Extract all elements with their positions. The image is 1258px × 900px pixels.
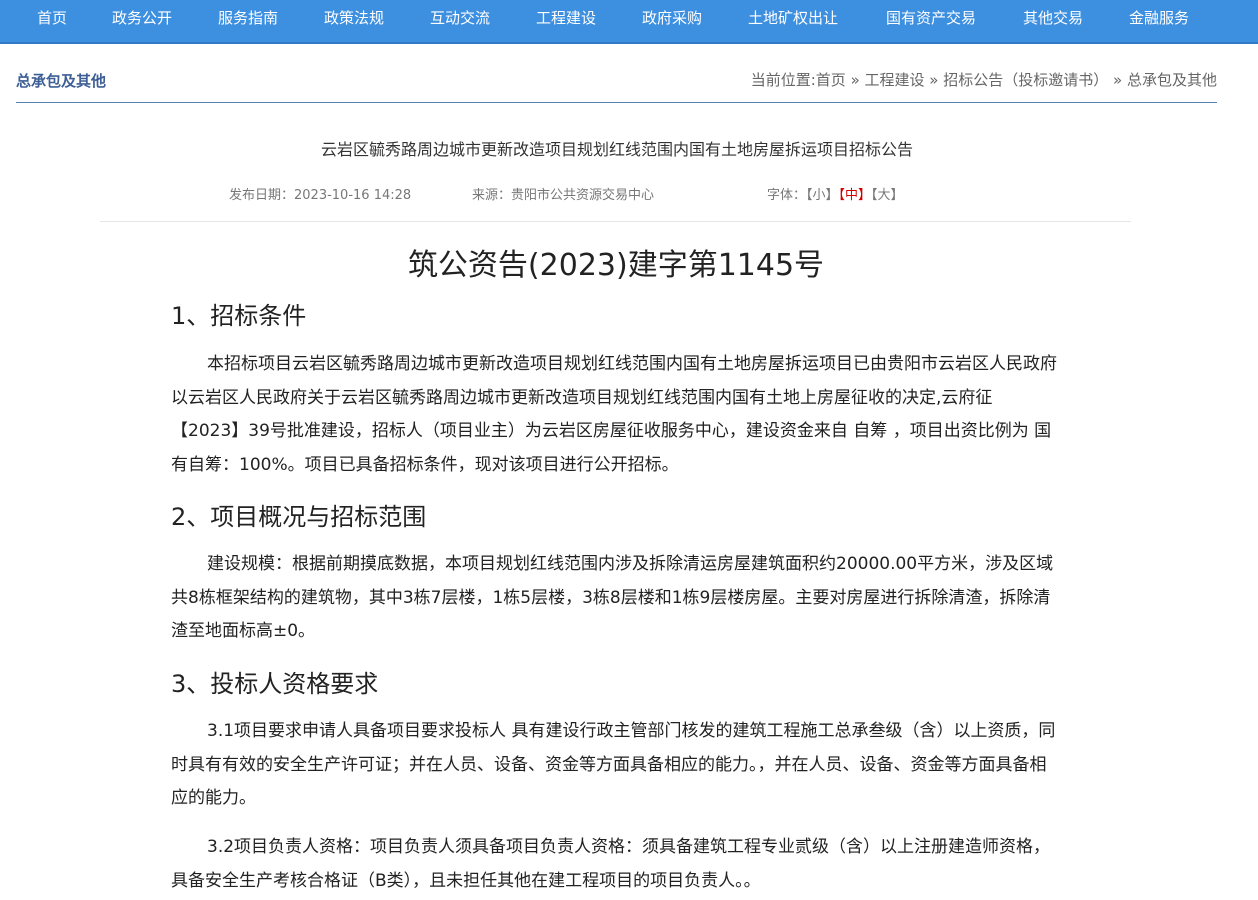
nav-item-state-assets[interactable]: 国有资产交易 [886, 0, 976, 40]
article-title: 云岩区毓秀路周边城市更新改造项目规划红线范围内国有土地房屋拆运项目招标公告 [320, 140, 913, 159]
nav-item-other-trading[interactable]: 其他交易 [1023, 0, 1083, 40]
section-2-paragraph: 建设规模：根据前期摸底数据，本项目规划红线范围内涉及拆除清运房屋建筑面积约200… [171, 554, 1054, 641]
breadcrumb-tender-notice[interactable]: 招标公告（投标邀请书） [943, 71, 1108, 89]
nav-item-government-affairs[interactable]: 政务公开 [112, 0, 172, 40]
publish-date-value: 2023-10-16 14:28 [294, 188, 412, 203]
section-1-paragraph: 本招标项目云岩区毓秀路周边城市更新改造项目规划红线范围内国有土地房屋拆运项目已由… [171, 354, 1057, 475]
source-value: 贵阳市公共资源交易中心 [511, 188, 655, 203]
breadcrumb-construction[interactable]: 工程建设 [865, 71, 925, 89]
font-size-large-button[interactable]: 【大】 [871, 188, 904, 203]
nav-item-home[interactable]: 首页 [37, 0, 67, 40]
breadcrumb-prefix: 当前位置: [750, 71, 816, 89]
section-header: 总承包及其他 当前位置:首页 » 工程建设 » 招标公告（投标邀请书） » 总承… [16, 60, 1217, 103]
section-3-paragraph-2: 3.2项目负责人资格：项目负责人须具备项目负责人资格：须具备建筑工程专业贰级（含… [171, 837, 1051, 891]
breadcrumb-home[interactable]: 首页 [816, 71, 846, 89]
nav-item-construction[interactable]: 工程建设 [536, 0, 596, 40]
section-heading-1: 1、招标条件 [171, 302, 307, 330]
breadcrumb-separator: » [1108, 71, 1127, 89]
nav-item-financial[interactable]: 金融服务 [1129, 0, 1189, 40]
font-size-label: 字体： [767, 188, 807, 203]
nav-item-service-guide[interactable]: 服务指南 [218, 0, 278, 40]
nav-item-policies[interactable]: 政策法规 [324, 0, 384, 40]
breadcrumb: 当前位置:首页 » 工程建设 » 招标公告（投标邀请书） » 总承包及其他 [751, 69, 1217, 90]
breadcrumb-separator: » [845, 71, 865, 89]
top-navigation: 首页 政务公开 服务指南 政策法规 互动交流 工程建设 政府采购 土地矿权出让 … [0, 0, 1258, 44]
publish-date-label: 发布日期： [229, 188, 295, 203]
font-size-small-button[interactable]: 【小】 [806, 188, 839, 203]
breadcrumb-separator: » [924, 71, 944, 89]
section-title: 总承包及其他 [16, 72, 107, 90]
article-source: 来源：贵阳市公共资源交易中心 [472, 184, 654, 203]
publish-date: 发布日期：2023-10-16 14:28 [229, 184, 411, 203]
font-size-selector: 字体：【小】【中】【大】 [767, 184, 904, 203]
nav-item-land-mining[interactable]: 土地矿权出让 [748, 0, 838, 40]
breadcrumb-general-contracting[interactable]: 总承包及其他 [1127, 71, 1217, 89]
title-divider [100, 221, 1131, 222]
nav-item-interaction[interactable]: 互动交流 [430, 0, 490, 40]
section-3-paragraph-1: 3.1项目要求申请人具备项目要求投标人 具有建设行政主管部门核发的建筑工程施工总… [171, 721, 1056, 808]
section-heading-2: 2、项目概况与招标范围 [171, 503, 427, 531]
font-size-medium-button[interactable]: 【中】 [839, 188, 872, 203]
source-label: 来源： [472, 188, 512, 203]
document-number: 筑公资告(2023)建字第1145号 [407, 248, 825, 283]
section-heading-3: 3、投标人资格要求 [171, 670, 379, 698]
nav-item-procurement[interactable]: 政府采购 [642, 0, 702, 40]
